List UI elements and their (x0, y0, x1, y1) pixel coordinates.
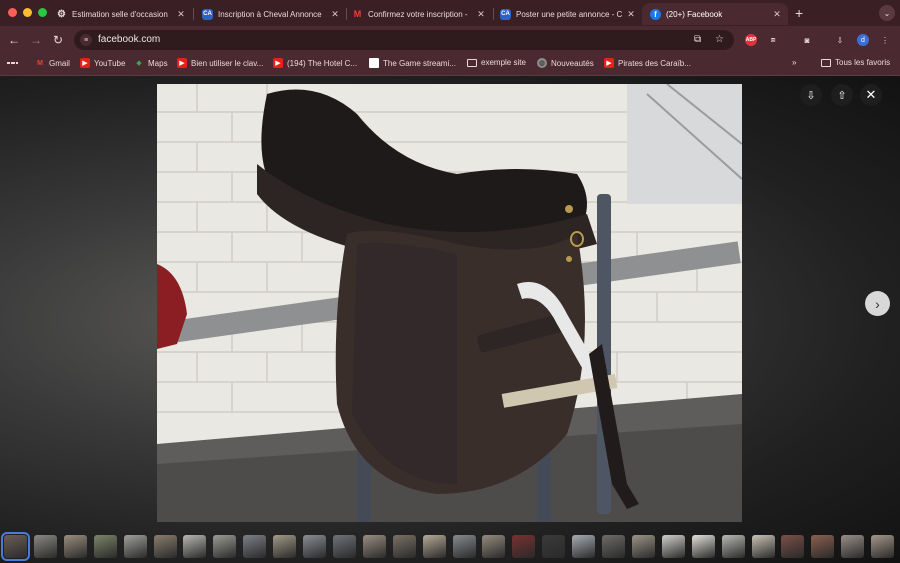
photo-thumbnail[interactable] (273, 535, 297, 558)
folder-icon (821, 58, 831, 67)
tab-confirmez[interactable]: M Confirmez votre inscription - ✕ (344, 3, 492, 25)
tab-search-button[interactable]: ⌄ (879, 5, 895, 21)
photo-thumbnail[interactable] (602, 535, 625, 558)
back-button[interactable]: ← (6, 32, 22, 48)
close-window-button[interactable] (8, 8, 17, 17)
more-bookmarks-icon[interactable]: » (792, 58, 796, 67)
photo-thumbnail[interactable] (392, 535, 416, 558)
photo-thumbnail[interactable] (512, 535, 536, 558)
facebook-icon: f (650, 8, 661, 20)
tab-poster-annonce[interactable]: CA Poster une petite annonce - C ✕ (492, 3, 642, 25)
photo-thumbnail[interactable] (572, 535, 596, 558)
photo-thumbnail[interactable] (751, 535, 775, 558)
photo-thumbnail[interactable] (811, 535, 835, 558)
apps-icon[interactable] (7, 58, 21, 68)
bookmark-gmail[interactable]: M Gmail (35, 58, 70, 68)
bookmark-star-icon[interactable]: ☆ (715, 34, 724, 45)
photo-thumbnail[interactable] (153, 535, 177, 558)
close-tab-icon[interactable]: ✕ (624, 9, 638, 20)
photo-thumbnail[interactable] (721, 535, 745, 558)
download-icon[interactable]: ⇩ (834, 34, 846, 46)
close-tab-icon[interactable]: ✕ (474, 9, 488, 20)
photo-thumbnail[interactable] (631, 535, 655, 558)
bookmark-exemple-site[interactable]: exemple site (467, 58, 526, 67)
photo-thumbnail[interactable] (33, 535, 57, 558)
photo-thumbnail[interactable] (1, 532, 30, 561)
photo-thumbnail[interactable] (303, 535, 326, 558)
extensions-icon[interactable]: ⧈ (767, 34, 779, 46)
minimize-window-button[interactable] (23, 8, 32, 17)
bookmark-nouveautes[interactable]: ◍ Nouveautés (537, 58, 594, 68)
address-bar[interactable]: ≡ facebook.com ⧉ ☆ (74, 30, 734, 50)
install-app-icon[interactable]: ⧉ (694, 34, 701, 45)
new-tab-button[interactable]: + (795, 5, 803, 21)
bookmark-all-favorites[interactable]: Tous les favoris (821, 58, 890, 67)
close-tab-icon[interactable]: ✕ (328, 9, 342, 20)
toolbar: ← → ↻ ≡ facebook.com ⧉ ☆ ABP ⧈ ◙ ⇩ d ⋮ (0, 26, 900, 54)
bookmark-pirates[interactable]: ▶ Pirates des Caraïb... (604, 58, 691, 68)
photo-thumbnail[interactable] (63, 535, 87, 558)
photo-thumbnail[interactable] (482, 535, 506, 558)
gmail-icon: M (37, 59, 43, 67)
tab-facebook[interactable]: f (20+) Facebook ✕ (642, 3, 788, 25)
bookmark-hotel[interactable]: ▶ (194) The Hotel C... (273, 58, 357, 68)
saddle-photo (157, 84, 742, 522)
profile-avatar[interactable]: d (857, 34, 869, 46)
tab-strip: ⚙ Estimation selle d'occasion ✕ CA Inscr… (0, 0, 900, 26)
site-info-icon[interactable]: ≡ (80, 34, 92, 46)
share-photo-button[interactable]: ⇧ (831, 84, 853, 106)
bookmark-game-streaming[interactable]: The Game streami... (369, 58, 456, 68)
tab-estimation[interactable]: ⚙ Estimation selle d'occasion ✕ (48, 3, 192, 25)
globe-icon: ◍ (537, 58, 547, 68)
thumbnail-strip (0, 532, 900, 563)
photo-thumbnail[interactable] (542, 535, 566, 558)
photo-thumbnail[interactable] (183, 535, 207, 558)
photo-thumbnail[interactable] (123, 535, 147, 558)
photo-thumbnail[interactable] (841, 535, 865, 558)
tab-inscription[interactable]: CA Inscription à Cheval Annonce ✕ (194, 3, 346, 25)
maps-icon: ◆ (136, 60, 142, 67)
close-tab-icon[interactable]: ✕ (174, 9, 188, 20)
next-photo-button[interactable]: › (865, 291, 890, 316)
folder-icon (467, 58, 477, 67)
url-text: facebook.com (98, 34, 161, 45)
download-photo-button[interactable]: ⇩ (800, 84, 822, 106)
saddle-image (157, 84, 742, 522)
maximize-window-button[interactable] (38, 8, 47, 17)
ca-logo-icon: CA (202, 8, 213, 20)
photo-thumbnail[interactable] (452, 535, 476, 558)
menu-icon[interactable]: ⋮ (879, 34, 891, 46)
bookmark-maps[interactable]: ◆ Maps (134, 58, 167, 68)
photo-thumbnail[interactable] (93, 535, 117, 558)
bookmarks-bar: M Gmail ▶ YouTube ◆ Maps ▶ Bien utiliser… (0, 54, 900, 76)
close-tab-icon[interactable]: ✕ (770, 9, 784, 20)
photo-thumbnail[interactable] (332, 535, 356, 558)
youtube-icon: ▶ (273, 58, 283, 68)
photo-thumbnail[interactable] (781, 535, 805, 558)
close-viewer-button[interactable]: ✕ (860, 84, 882, 106)
gmail-icon: M (353, 9, 362, 19)
bookmark-bien-utiliser[interactable]: ▶ Bien utiliser le clav... (177, 58, 263, 68)
reload-button[interactable]: ↻ (50, 32, 66, 48)
youtube-icon: ▶ (177, 58, 187, 68)
photo-thumbnail[interactable] (362, 535, 386, 558)
photo-thumbnail[interactable] (243, 535, 267, 558)
photo-thumbnail[interactable] (661, 535, 685, 558)
screenshot-icon[interactable]: ◙ (801, 34, 813, 46)
window-controls (8, 8, 47, 17)
adblock-icon[interactable]: ABP (745, 34, 757, 46)
ca-logo-icon: CA (500, 8, 511, 20)
photo-thumbnail[interactable] (213, 535, 237, 558)
page-icon (369, 58, 379, 68)
photo-thumbnail[interactable] (691, 535, 715, 558)
photo-thumbnail[interactable] (422, 535, 446, 558)
photo-thumbnail[interactable] (871, 535, 895, 558)
youtube-icon: ▶ (604, 58, 614, 68)
forward-button[interactable]: → (28, 32, 44, 48)
bookmark-youtube[interactable]: ▶ YouTube (80, 58, 125, 68)
ai-chat-icon: ⚙ (57, 8, 66, 20)
youtube-icon: ▶ (80, 58, 90, 68)
